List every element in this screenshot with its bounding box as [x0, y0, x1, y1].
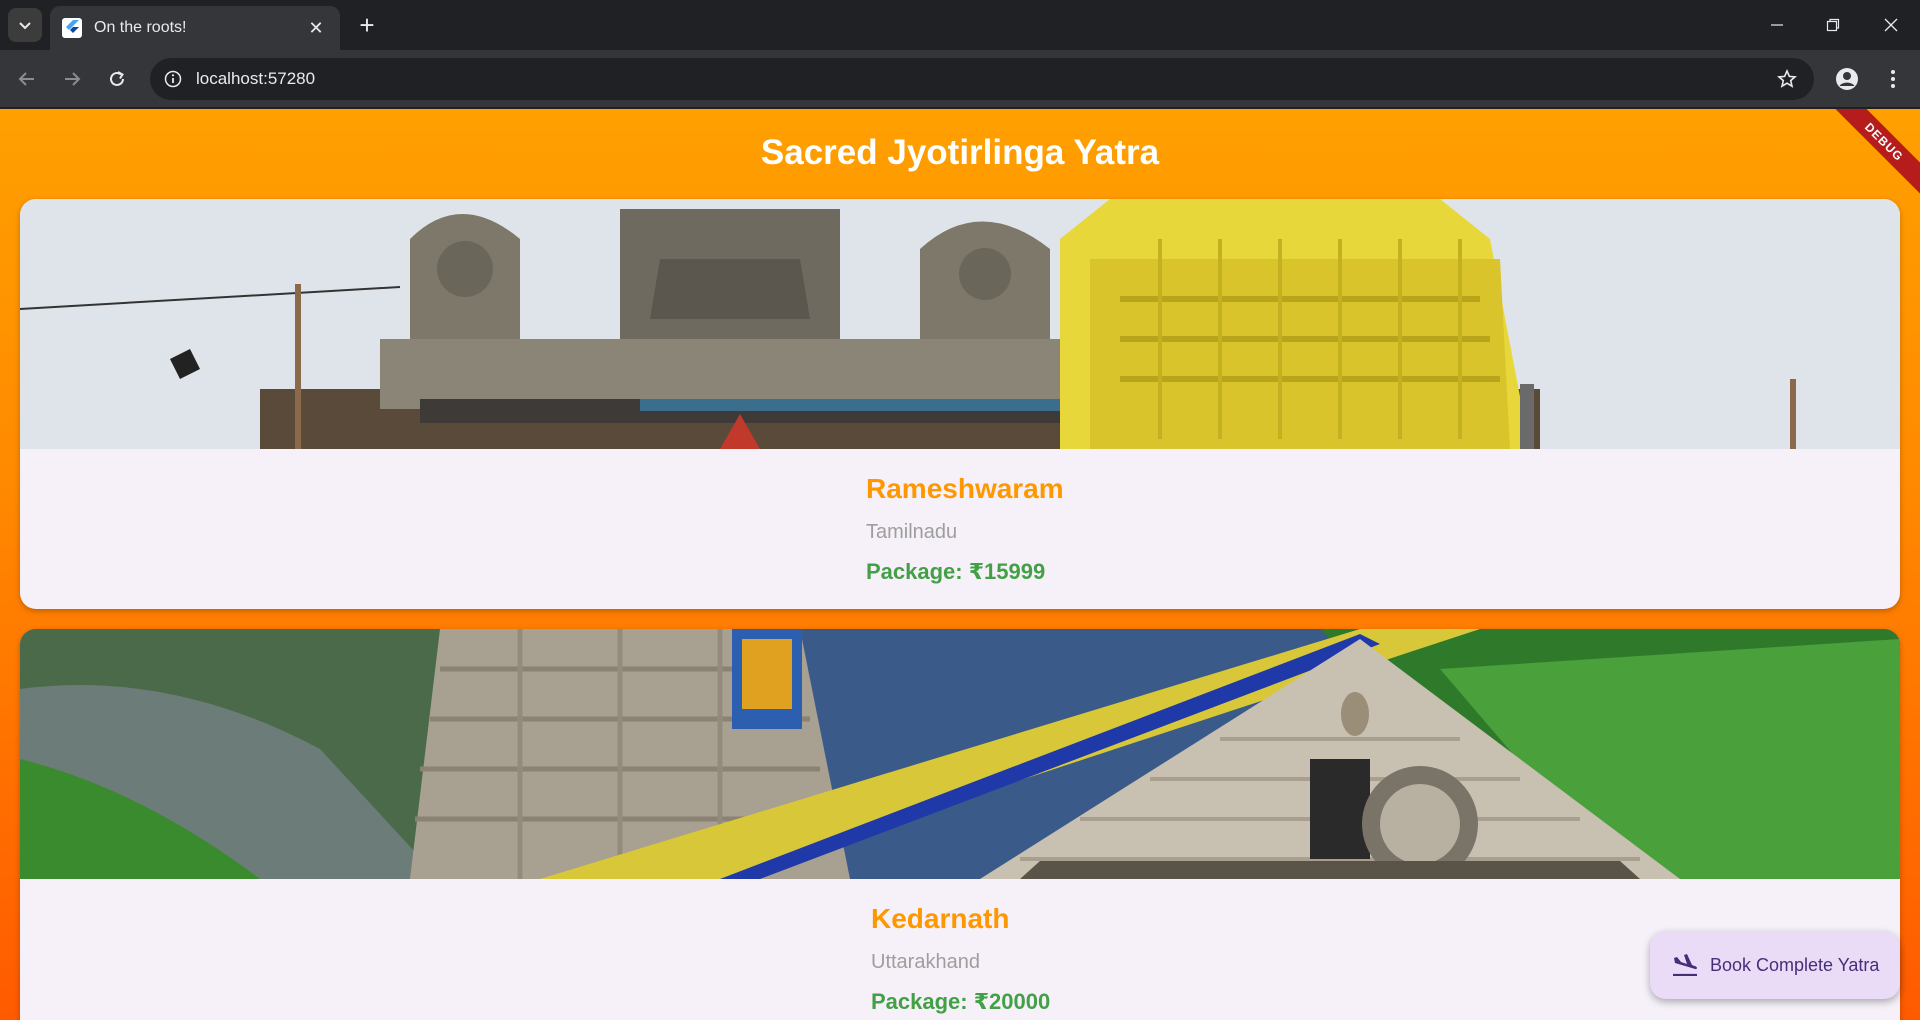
- fab-label: Book Complete Yatra: [1710, 954, 1880, 975]
- active-tab[interactable]: On the roots! ✕: [50, 6, 340, 50]
- close-tab-icon[interactable]: ✕: [304, 18, 328, 39]
- url-text[interactable]: localhost:57280: [196, 69, 1772, 89]
- chevron-down-icon: [19, 22, 31, 30]
- flutter-favicon-icon: [62, 18, 82, 38]
- reload-icon: [110, 71, 124, 86]
- arrow-left-icon: [18, 72, 34, 86]
- temple-photo-rameshwaram: [20, 199, 1900, 449]
- close-icon: [1884, 18, 1898, 32]
- destination-price: Package: ₹15999: [866, 559, 1046, 584]
- more-vert-icon: [1891, 70, 1895, 88]
- app-viewport: Sacred Jyotirlinga Yatra DEBUG Rameshwar…: [0, 109, 1920, 1020]
- forward-button[interactable]: [55, 62, 89, 96]
- profile-button[interactable]: [1830, 62, 1864, 96]
- destination-state: Uttarakhand: [871, 951, 980, 973]
- new-tab-button[interactable]: +: [352, 10, 382, 40]
- tab-strip: On the roots! ✕ +: [0, 0, 1920, 50]
- flight-land-icon: [1673, 954, 1697, 976]
- destination-state: Tamilnadu: [866, 521, 958, 543]
- destination-card-rameshwaram[interactable]: Rameshwaram Tamilnadu Package: ₹15999: [20, 199, 1900, 609]
- book-complete-yatra-button[interactable]: Book Complete Yatra: [1650, 931, 1900, 999]
- destination-name: Rameshwaram: [866, 473, 1064, 504]
- restore-icon: [1826, 18, 1840, 32]
- browser-toolbar: localhost:57280: [0, 50, 1920, 108]
- close-window-button[interactable]: [1868, 0, 1914, 50]
- minimize-icon: [1771, 24, 1783, 26]
- minimize-button[interactable]: [1754, 0, 1800, 50]
- tab-search-button[interactable]: [8, 8, 42, 42]
- card-info: Rameshwaram Tamilnadu Package: ₹15999: [20, 449, 1900, 609]
- back-button[interactable]: [10, 62, 44, 96]
- card-info: Kedarnath Uttarakhand Package: ₹20000: [20, 879, 1900, 1020]
- tab-title: On the roots!: [94, 19, 187, 36]
- restore-button[interactable]: [1810, 0, 1856, 50]
- destination-price: Package: ₹20000: [871, 989, 1051, 1014]
- destination-name: Kedarnath: [871, 903, 1010, 934]
- browser-menu-button[interactable]: [1876, 62, 1910, 96]
- temple-photo-kedarnath: [20, 629, 1900, 879]
- site-info-icon[interactable]: [160, 66, 186, 92]
- profile-avatar-icon: [1836, 68, 1858, 90]
- page-title: Sacred Jyotirlinga Yatra: [760, 133, 1160, 172]
- reload-button[interactable]: [100, 62, 134, 96]
- bookmark-star-icon[interactable]: [1772, 64, 1802, 94]
- address-bar[interactable]: localhost:57280: [150, 58, 1814, 100]
- destination-card-kedarnath[interactable]: Kedarnath Uttarakhand Package: ₹20000: [20, 629, 1900, 1020]
- arrow-right-icon: [65, 72, 81, 86]
